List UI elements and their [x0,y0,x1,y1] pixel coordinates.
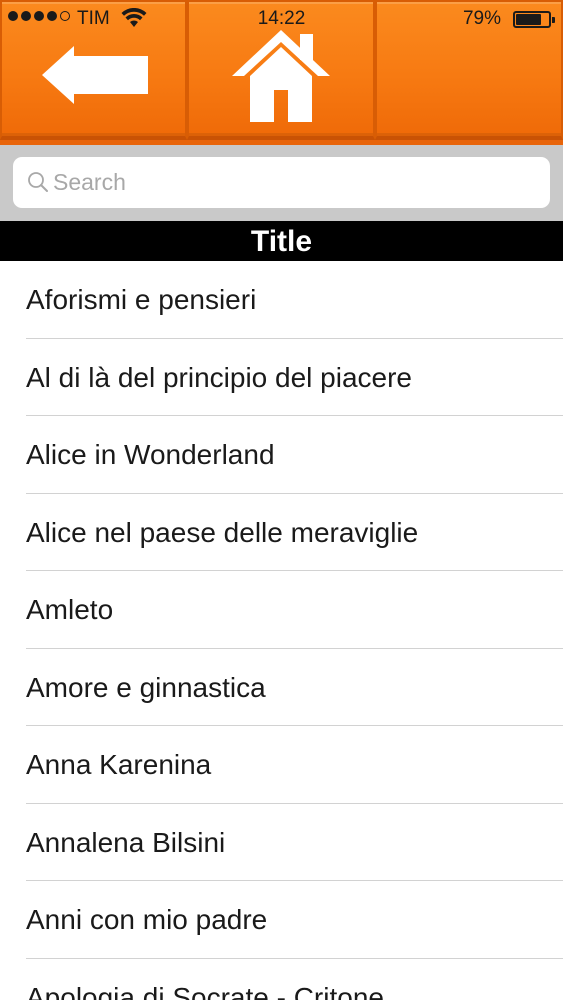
list-item[interactable]: Alice in Wonderland [0,416,563,494]
list-item[interactable]: Anni con mio padre [0,881,563,959]
list-item[interactable]: Annalena Bilsini [0,804,563,882]
battery-icon [513,11,555,28]
list-item[interactable]: Amore e ginnastica [0,649,563,727]
home-icon [232,30,330,122]
battery-fill [516,14,541,25]
list-item[interactable]: Al di là del principio del piacere [0,339,563,417]
title-list: Aforismi e pensieri Al di là del princip… [0,261,563,1000]
status-bar: TIM 14:22 79% [0,0,563,38]
search-field[interactable] [13,157,550,208]
search-bar [0,145,563,221]
search-input[interactable] [53,157,533,208]
back-arrow-icon [42,46,148,104]
list-item[interactable]: Alice nel paese delle meraviglie [0,494,563,572]
list-item[interactable]: Amleto [0,571,563,649]
list-item[interactable]: Apologia di Socrate - Critone [0,959,563,1000]
section-header: Title [0,221,563,261]
search-icon [28,172,48,192]
list-item[interactable]: Aforismi e pensieri [0,261,563,339]
list-item[interactable]: Anna Karenina [0,726,563,804]
battery-percent: 79% [462,8,501,29]
